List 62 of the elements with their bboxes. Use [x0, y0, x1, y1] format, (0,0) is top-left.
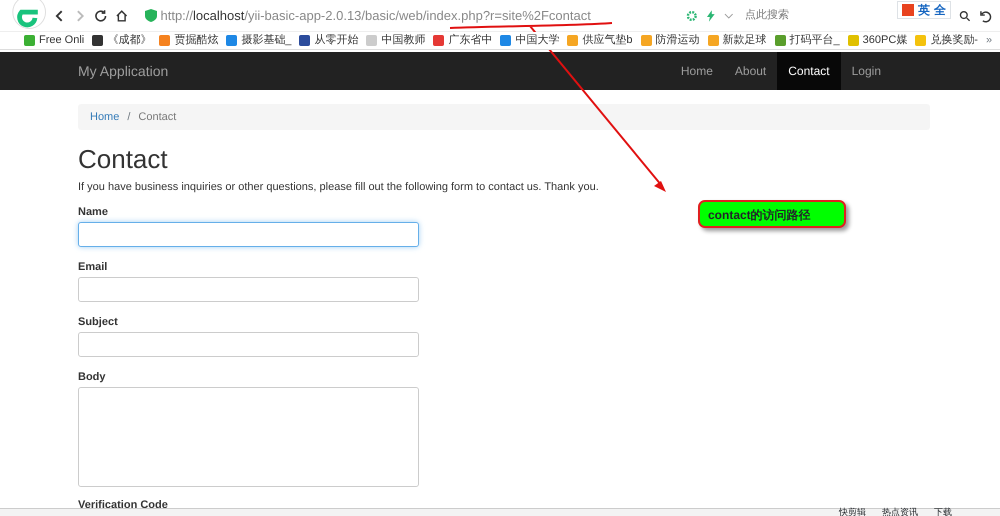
status-item[interactable]: 下载 [934, 508, 952, 516]
bookmark[interactable]: 打码平台_ [774, 32, 840, 49]
search-icon[interactable] [959, 10, 971, 22]
bookmark[interactable]: 防滑运动 [640, 32, 700, 49]
bookmark-icon [226, 35, 238, 46]
bookmark[interactable]: 供应气垫b [567, 32, 632, 49]
bookmark[interactable]: 新款足球 [708, 32, 766, 49]
nav-link[interactable]: Home [670, 52, 724, 90]
page-heading: Contact [78, 144, 169, 176]
brand-link[interactable]: My Application [78, 60, 168, 82]
bookmark-icon [366, 35, 378, 46]
ime-button[interactable]: 英 [918, 0, 930, 18]
lightning-icon[interactable] [706, 10, 716, 22]
nav-link[interactable]: About [724, 52, 778, 90]
bookmark-icon [159, 35, 170, 46]
bookmark-icon [567, 35, 578, 46]
undo-icon[interactable] [978, 8, 992, 22]
bookmark[interactable]: 360PC媒 [848, 32, 908, 49]
field-label: Verification Code [78, 498, 168, 512]
status-item[interactable]: 快剪辑 [839, 508, 866, 516]
home-icon[interactable] [115, 8, 128, 22]
bookmark-icon [500, 35, 512, 46]
bookmark[interactable]: 兑换奖励- [915, 32, 978, 49]
field-label: Body [78, 370, 106, 384]
field-label: Name [78, 206, 108, 219]
text-field[interactable] [78, 332, 419, 357]
bookmark[interactable]: 广东省中 [433, 32, 492, 49]
bookmark[interactable]: 《成都》 [92, 32, 152, 49]
textarea-field[interactable] [78, 386, 419, 487]
reload-icon[interactable] [94, 8, 108, 22]
bookmark-icon [24, 35, 35, 46]
text-field[interactable] [78, 276, 419, 302]
intro-text: If you have business inquiries or other questions, please fill out the following form to contact us. Thank you. [78, 180, 600, 196]
field-label: Subject [78, 316, 118, 329]
bookmark-icon [433, 35, 444, 46]
breadcrumb-current: Contact [138, 110, 176, 125]
text-field[interactable] [78, 222, 419, 247]
bookmark[interactable]: 中国大学 [500, 32, 560, 49]
bookmark-icon [708, 35, 718, 46]
annotation-callout: contact的访问路径 [698, 200, 846, 228]
bookmark-icon [640, 35, 652, 46]
nav-link[interactable]: Login [840, 52, 892, 90]
breadcrumb-separator: / [127, 110, 130, 125]
shield-icon [144, 9, 156, 22]
bookmark-icon [915, 35, 926, 46]
nav-link[interactable]: Contact [777, 52, 841, 90]
bookmark[interactable]: Free Onli [24, 32, 84, 49]
url-text[interactable]: http://localhost/yii-basic-app-2.0.13/basic/web/index.php?r=site%2Fcontact [160, 6, 591, 26]
breadcrumb-link[interactable]: Home [90, 108, 120, 126]
bookmark-icon [774, 35, 786, 46]
bookmark-icon [848, 35, 859, 46]
bookmark-icon [299, 35, 310, 46]
gear-icon[interactable] [686, 10, 698, 22]
field-label: Email [78, 260, 108, 274]
bookmark[interactable]: 从零开始 [299, 32, 358, 49]
bookmark[interactable]: 贾掘酷炫 [159, 32, 218, 49]
more-bookmarks-button[interactable]: » [986, 32, 992, 49]
ime-button[interactable]: 全 [934, 0, 946, 18]
sogou-icon [902, 4, 914, 16]
bookmark-icon [92, 35, 104, 46]
bookmark[interactable]: 中国教师 [366, 32, 426, 49]
bookmark[interactable]: 摄影基础_ [226, 32, 292, 49]
